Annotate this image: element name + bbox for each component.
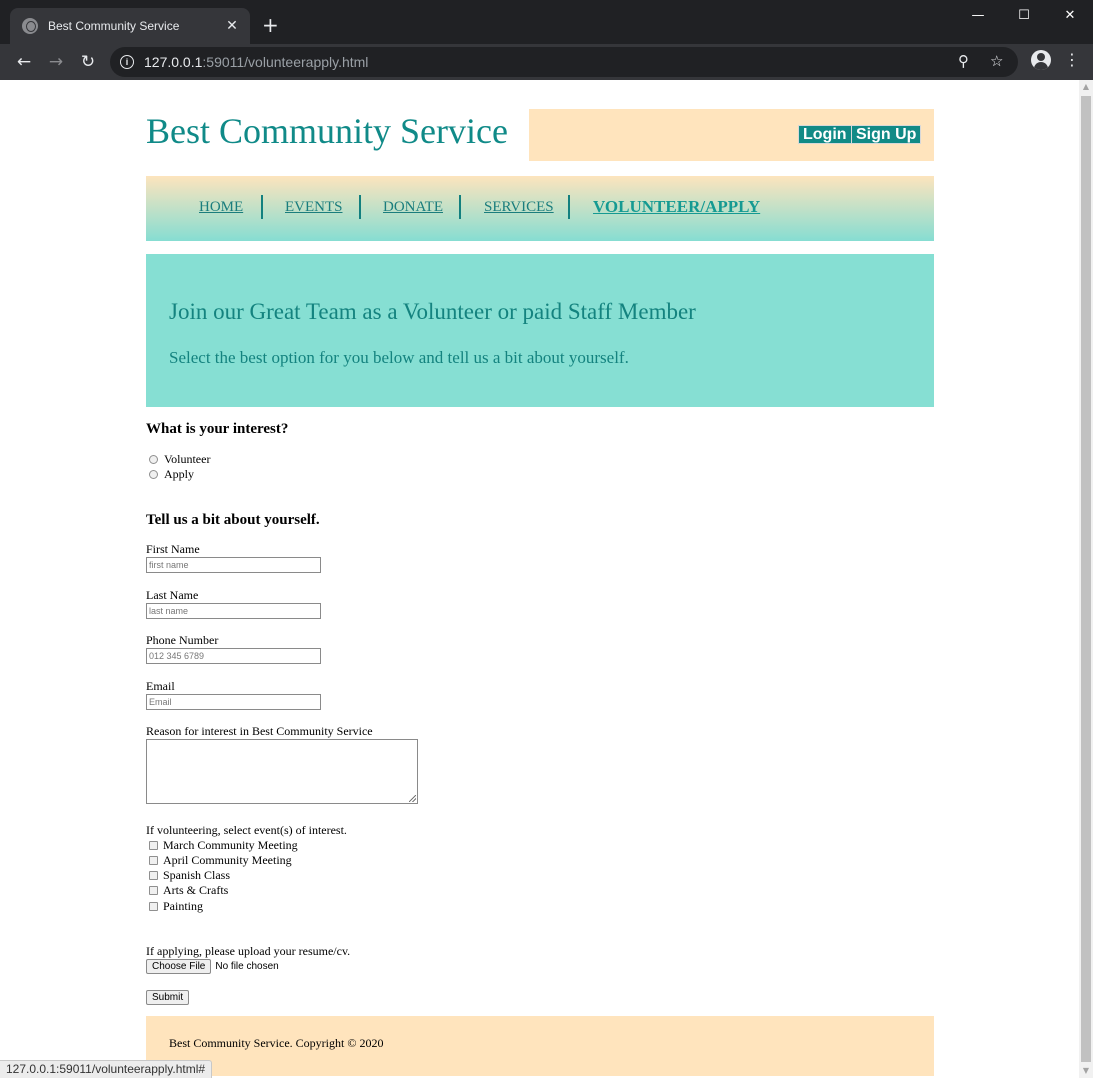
back-arrow-icon[interactable]: ← — [12, 50, 36, 74]
page-footer: Best Community Service. Copyright © 2020 — [146, 1016, 934, 1076]
checkbox[interactable] — [149, 901, 158, 911]
about-heading: Tell us a bit about yourself. — [146, 512, 320, 528]
reload-icon[interactable]: ↻ — [76, 50, 100, 74]
nav-divider — [568, 195, 570, 219]
events-label: If volunteering, select event(s) of inte… — [146, 823, 347, 837]
radio-volunteer[interactable]: Volunteer — [149, 452, 210, 466]
file-status-text: No file chosen — [215, 961, 279, 972]
checkbox-label: Arts & Crafts — [163, 882, 229, 897]
url-path: :59011/volunteerapply.html — [202, 54, 369, 70]
nav-link-home[interactable]: HOME — [199, 199, 243, 216]
checkbox-event[interactable]: Spanish Class — [149, 868, 230, 882]
choose-file-button[interactable]: Choose File — [146, 959, 212, 974]
checkbox-label: Painting — [163, 898, 204, 913]
signup-button[interactable]: Sign Up — [851, 125, 922, 144]
scroll-thumb[interactable] — [1081, 96, 1091, 1062]
nav-link-events[interactable]: EVENTS — [285, 199, 343, 216]
copyright-text: Best Community Service. Copyright © 2020 — [169, 1036, 384, 1050]
nav-link-volunteer-apply[interactable]: VOLUNTEER/APPLY — [593, 197, 760, 217]
reason-textarea[interactable] — [146, 739, 418, 804]
interest-heading: What is your interest? — [146, 421, 289, 437]
checkbox-label: March Community Meeting — [163, 837, 298, 852]
checkbox-event[interactable]: March Community Meeting — [149, 838, 298, 852]
maximize-icon[interactable]: ☐ — [1001, 0, 1047, 30]
new-tab-icon[interactable]: + — [262, 14, 279, 36]
site-info-icon[interactable]: i — [120, 55, 134, 69]
auth-panel: Login Sign Up — [529, 109, 934, 161]
last-name-label: Last Name — [146, 588, 199, 602]
browser-toolbar: ← → ↻ i 127.0.0.1:59011/volunteerapply.h… — [0, 44, 1093, 80]
hero-subtitle: Select the best option for you below and… — [169, 348, 629, 367]
checkbox[interactable] — [149, 855, 158, 865]
checkbox[interactable] — [149, 870, 158, 880]
scroll-up-arrow-icon[interactable]: ▲ — [1079, 80, 1093, 94]
hero-banner: Join our Great Team as a Volunteer or pa… — [146, 254, 934, 407]
scroll-down-arrow-icon[interactable]: ▼ — [1079, 1064, 1093, 1078]
checkbox[interactable] — [149, 840, 158, 850]
nav-link-services[interactable]: SERVICES — [484, 199, 554, 216]
login-button[interactable]: Login — [798, 125, 852, 144]
bookmark-star-icon[interactable]: ☆ — [990, 52, 1003, 70]
vertical-scrollbar[interactable]: ▲ ▼ — [1079, 80, 1093, 1078]
main-nav: HOME EVENTS DONATE SERVICES VOLUNTEER/AP… — [146, 176, 934, 241]
nav-link-donate[interactable]: DONATE — [383, 199, 443, 216]
checkbox-event[interactable]: Arts & Crafts — [149, 883, 228, 897]
radio-apply[interactable]: Apply — [149, 467, 194, 481]
first-name-input[interactable]: first name — [146, 557, 321, 573]
page-viewport: Best Community Service Login Sign Up HOM… — [0, 80, 1079, 1078]
tab-title: Best Community Service — [48, 19, 180, 33]
menu-kebab-icon[interactable]: ⋮ — [1064, 51, 1080, 69]
site-title: Best Community Service — [146, 111, 508, 151]
hero-title: Join our Great Team as a Volunteer or pa… — [169, 299, 696, 324]
resize-grip-icon[interactable] — [409, 795, 416, 802]
radio-label: Apply — [164, 466, 194, 481]
url-host: 127.0.0.1 — [144, 54, 203, 70]
minimize-icon[interactable]: — — [955, 0, 1001, 30]
close-tab-icon[interactable]: ✕ — [224, 18, 240, 34]
zoom-icon[interactable]: ⚲ — [958, 52, 969, 70]
reason-label: Reason for interest in Best Community Se… — [146, 724, 373, 738]
checkbox-event[interactable]: April Community Meeting — [149, 853, 292, 867]
file-upload: Choose File No file chosen — [146, 959, 279, 974]
browser-tab[interactable]: Best Community Service ✕ — [10, 8, 250, 44]
window-controls: — ☐ ✕ — [955, 0, 1093, 30]
checkbox-label: April Community Meeting — [163, 852, 292, 867]
nav-divider — [261, 195, 263, 219]
address-bar[interactable]: i 127.0.0.1:59011/volunteerapply.html ⚲ … — [110, 47, 1018, 77]
nav-divider — [359, 195, 361, 219]
radio-button[interactable] — [149, 469, 158, 479]
nav-divider — [459, 195, 461, 219]
radio-label: Volunteer — [164, 451, 211, 466]
phone-label: Phone Number — [146, 633, 219, 647]
status-bar-url: 127.0.0.1:59011/volunteerapply.html# — [0, 1060, 213, 1078]
browser-tab-strip: Best Community Service ✕ + — ☐ ✕ — [0, 0, 1093, 44]
submit-button[interactable]: Submit — [146, 990, 190, 1005]
forward-arrow-icon[interactable]: → — [44, 50, 68, 74]
email-input[interactable]: Email — [146, 694, 321, 710]
upload-label: If applying, please upload your resume/c… — [146, 944, 351, 958]
checkbox-label: Spanish Class — [163, 867, 231, 882]
last-name-input[interactable]: last name — [146, 603, 321, 619]
globe-icon — [22, 18, 38, 34]
first-name-label: First Name — [146, 542, 200, 556]
email-label: Email — [146, 679, 175, 693]
profile-avatar-icon[interactable] — [1031, 50, 1051, 70]
checkbox[interactable] — [149, 885, 158, 895]
radio-button[interactable] — [149, 454, 158, 464]
phone-input[interactable]: 012 345 6789 — [146, 648, 321, 664]
close-window-icon[interactable]: ✕ — [1047, 0, 1093, 30]
checkbox-event[interactable]: Painting — [149, 899, 203, 913]
